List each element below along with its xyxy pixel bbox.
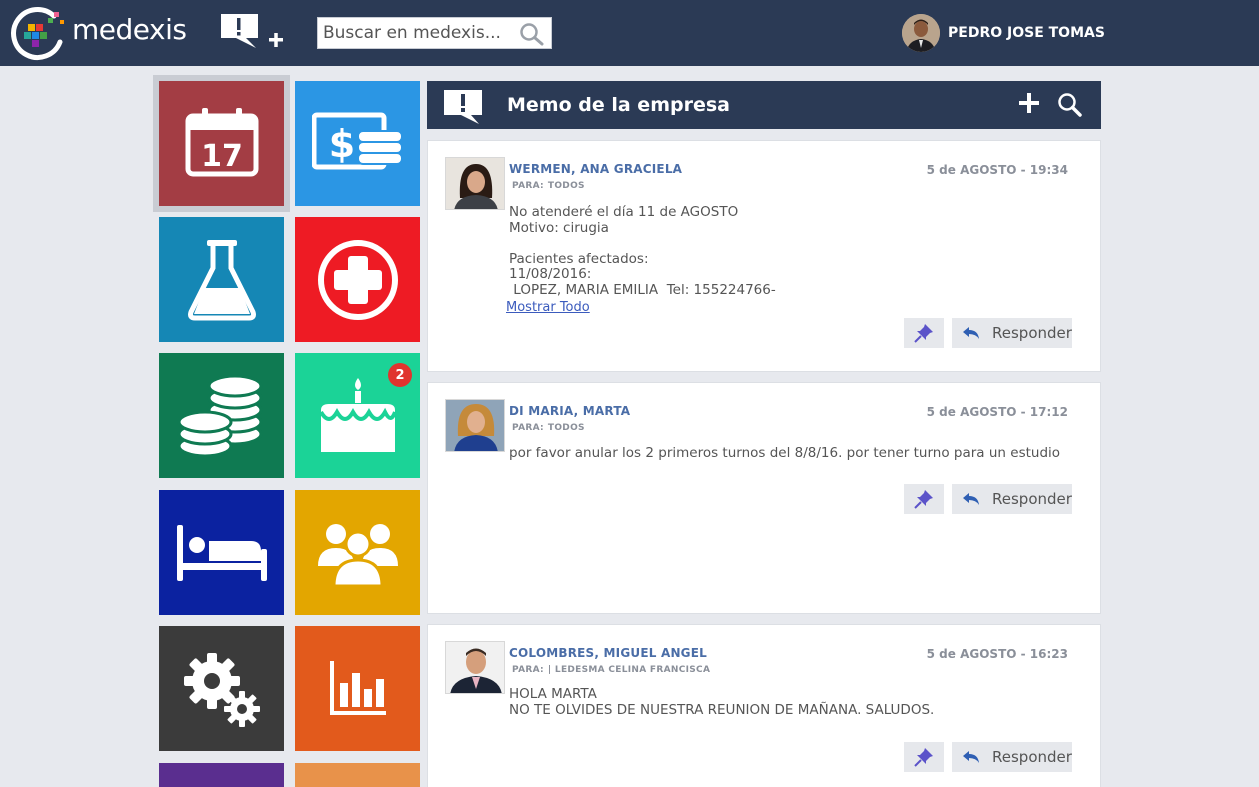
memo-card: COLOMBRES, MIGUEL ANGEL 5 de AGOSTO - 16… (427, 624, 1101, 787)
memo-icon (444, 90, 482, 124)
brand-name: medexis (72, 13, 187, 46)
tile-laboratory[interactable] (159, 217, 284, 342)
tile-finance[interactable] (159, 353, 284, 478)
memo-recipient: PARA: | LEDESMA CELINA FRANCISCA (512, 665, 711, 675)
bar-chart-icon (329, 660, 386, 715)
medexis-logo[interactable] (10, 6, 66, 62)
medical-cross-icon (317, 239, 398, 320)
hospital-bed-icon (176, 524, 267, 581)
tile-emergency[interactable] (295, 217, 420, 342)
search-icon[interactable] (519, 22, 545, 46)
author-photo (445, 157, 505, 210)
panel-title: Memo de la empresa (507, 94, 730, 116)
pin-memo-button[interactable] (904, 742, 944, 772)
pin-icon (914, 324, 933, 343)
tile-patients[interactable] (295, 490, 420, 615)
memo-date: 5 de AGOSTO - 19:34 (926, 163, 1068, 177)
svg-text:$: $ (328, 122, 354, 166)
tile-partial-2[interactable] (295, 763, 420, 787)
reply-button[interactable]: Responder (952, 742, 1072, 772)
memo-panel-header: Memo de la empresa (427, 81, 1101, 129)
author-photo (445, 641, 505, 694)
memo-recipient: PARA: TODOS (512, 423, 585, 433)
user-menu[interactable]: PEDRO JOSE TOMAS (902, 13, 1105, 53)
reply-icon (963, 493, 979, 505)
pin-memo-button[interactable] (904, 484, 944, 514)
top-bar: medexis PEDRO JOSE TOMAS (0, 0, 1259, 66)
memo-body: por favor anular los 2 primeros turnos d… (509, 445, 1061, 461)
memo-author[interactable]: COLOMBRES, MIGUEL ANGEL (509, 646, 707, 660)
show-all-link[interactable]: Mostrar Todo (506, 300, 590, 315)
tile-hospitalization[interactable] (159, 490, 284, 615)
pin-icon (914, 490, 933, 509)
reply-label: Responder (992, 490, 1072, 508)
tile-partial-1[interactable] (159, 763, 284, 787)
tile-reports[interactable] (295, 626, 420, 751)
coins-icon (177, 374, 262, 457)
memo-body: No atenderé el día 11 de AGOSTO Motivo: … (509, 204, 776, 298)
memo-author[interactable]: DI MARIA, MARTA (509, 404, 630, 418)
memo-recipient: PARA: TODOS (512, 181, 585, 191)
tile-birthdays[interactable]: 2 (295, 353, 420, 478)
settings-gears-icon (183, 652, 260, 727)
search-memo-icon[interactable] (1057, 92, 1083, 118)
memo-body: HOLA MARTA NO TE OLVIDES DE NUESTRA REUN… (509, 686, 935, 718)
reply-icon (963, 327, 979, 339)
billing-icon: $ (311, 112, 403, 169)
memo-author[interactable]: WERMEN, ANA GRACIELA (509, 162, 682, 176)
search-input[interactable] (318, 18, 513, 48)
patients-group-icon (317, 523, 398, 586)
user-name: PEDRO JOSE TOMAS (948, 25, 1105, 41)
memo-card: DI MARIA, MARTA 5 de AGOSTO - 17:12 PARA… (427, 382, 1101, 614)
user-avatar (902, 14, 940, 52)
tile-settings[interactable] (159, 626, 284, 751)
lab-flask-icon (187, 239, 256, 320)
add-memo-icon[interactable] (1017, 91, 1041, 115)
memo-date: 5 de AGOSTO - 16:23 (926, 647, 1068, 661)
birthday-cake-icon (318, 377, 397, 452)
calendar-day: 17 (201, 139, 243, 174)
reply-icon (963, 751, 979, 763)
pin-icon (914, 748, 933, 767)
new-memo-button[interactable] (218, 12, 288, 52)
author-photo (445, 399, 505, 452)
new-memo-icon (221, 14, 283, 48)
reply-button[interactable]: Responder (952, 484, 1072, 514)
reply-label: Responder (992, 324, 1072, 342)
search-box (317, 17, 552, 49)
memo-card: WERMEN, ANA GRACIELA 5 de AGOSTO - 19:34… (427, 140, 1101, 372)
memo-date: 5 de AGOSTO - 17:12 (926, 405, 1068, 419)
tile-agenda[interactable]: 17 (159, 81, 284, 206)
reply-label: Responder (992, 748, 1072, 766)
calendar-icon: 17 (185, 107, 258, 176)
reply-button[interactable]: Responder (952, 318, 1072, 348)
tile-billing[interactable]: $ (295, 81, 420, 206)
pin-memo-button[interactable] (904, 318, 944, 348)
birthday-count-badge: 2 (388, 363, 412, 387)
